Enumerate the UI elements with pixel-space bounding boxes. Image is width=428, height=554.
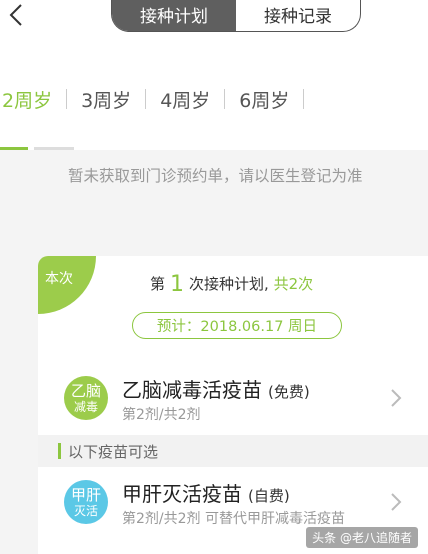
plan-title: 第 1 次接种计划, 共2次 [150,272,313,297]
age-tab-2y[interactable]: 2周岁 [0,86,66,113]
vaccine-icon: 甲肝 灭活 [64,480,108,524]
vaccine-dose: 第2剂/共2剂 可替代甲肝减毒活疫苗 [122,511,345,527]
watermark: 头条 @老八追随者 [306,527,418,548]
vaccine-name: 甲肝灭活疫苗 (自费) [122,478,290,507]
segmented-control: 接种计划 接种记录 [111,0,361,32]
chevron-left-icon [9,4,22,26]
expected-date: 预计：2018.06.17 周日 [132,312,342,339]
appointment-notice: 暂未获取到门诊预约单，请以医生登记为准 [68,167,363,185]
plan-total: 共2次 [273,275,314,293]
plan-prefix: 第 [150,275,166,293]
vaccine-icon-line1: 甲肝 [70,485,101,504]
vaccine-name: 乙脑减毒活疫苗 (免费) [122,374,310,403]
top-header: 接种计划 接种记录 [0,0,428,44]
section-marker [58,443,61,459]
vaccine-dose: 第2剂/共2剂 [122,407,201,423]
age-tab-3y[interactable]: 3周岁 [67,86,145,113]
age-tab-bar: 2周岁 3周岁 4周岁 6周岁 [0,44,428,150]
chevron-right-icon [391,493,402,511]
age-tab-6y[interactable]: 6周岁 [225,86,303,113]
vaccine-icon: 乙脑 减毒 [64,376,108,420]
vaccine-fee-tag: (自费) [248,487,290,505]
vaccine-name-text: 甲肝灭活疫苗 [122,482,242,506]
vaccine-icon-line2: 灭活 [73,503,98,518]
vaccine-row-je[interactable]: 乙脑 减毒 乙脑减毒活疫苗 (免费) 第2剂/共2剂 [38,374,428,434]
active-tab-indicator [0,147,28,150]
tab-vaccination-plan[interactable]: 接种计划 [112,0,236,31]
plan-card: 本次 第 1 次接种计划, 共2次 预计：2018.06.17 周日 乙脑 减毒 乙… [38,256,428,554]
tab-vaccination-record[interactable]: 接种记录 [236,0,360,31]
vaccine-fee-tag: (免费) [268,383,310,401]
plan-suffix: 次接种计划, [189,275,269,293]
plan-number: 1 [170,272,185,297]
age-tab-4y[interactable]: 4周岁 [146,86,224,113]
divider [303,89,305,109]
vaccine-icon-line2: 减毒 [73,399,98,414]
vaccine-name-text: 乙脑减毒活疫苗 [122,378,262,402]
back-button[interactable] [4,0,28,30]
optional-label: 以下疫苗可选 [68,443,159,461]
tab-track [34,147,74,150]
vaccine-icon-line1: 乙脑 [70,381,101,400]
current-badge-label: 本次 [45,271,73,287]
optional-section-header: 以下疫苗可选 [38,435,428,467]
chevron-right-icon [391,389,402,407]
